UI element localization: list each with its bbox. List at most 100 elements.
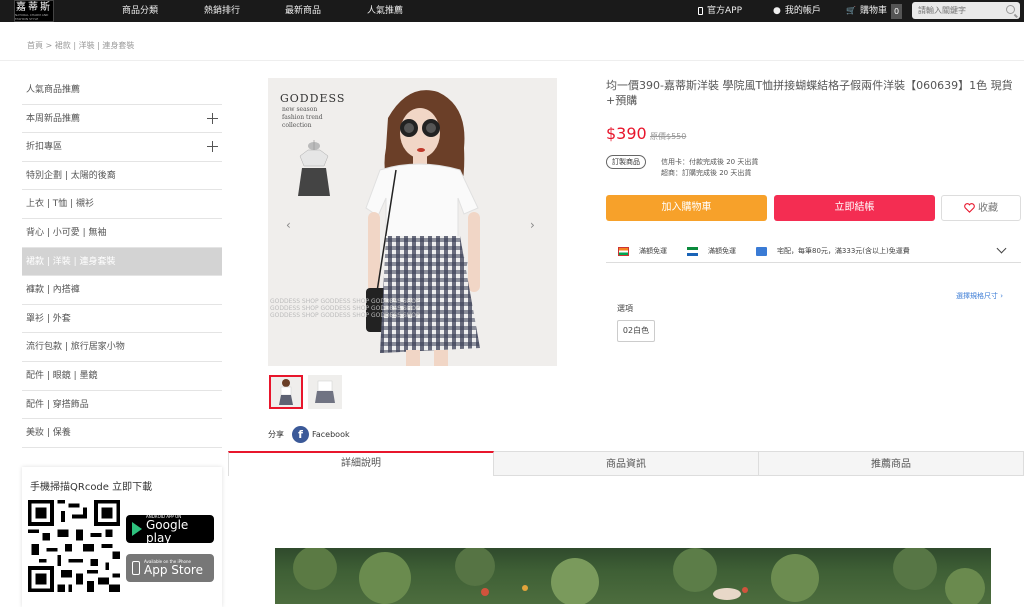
size-guide-link[interactable]: 選擇規格尺寸 › — [956, 291, 1003, 301]
search-input[interactable] — [912, 6, 1002, 15]
sidebar-item-tops[interactable]: 上衣 | T恤 | 襯衫 — [22, 190, 222, 219]
shipping-option-711: 滿額免運 — [618, 246, 677, 256]
my-account-label: 我的帳戶 — [784, 6, 821, 16]
sidebar-item-label: 本周新品推薦 — [26, 113, 81, 124]
sidebar-item-discount[interactable]: 折扣專區 — [22, 133, 222, 162]
sidebar-item-label: 上衣 | T恤 | 襯衫 — [26, 199, 95, 210]
cart-count-badge: 0 — [890, 3, 902, 19]
sidebar-item-pants[interactable]: 褲款 | 內搭褲 — [22, 276, 222, 305]
sidebar-item-dresses[interactable]: 裙款 | 洋裝 | 連身套裝 — [22, 247, 222, 277]
breadcrumb[interactable]: 首頁 > 裙款 | 洋裝 | 連身套裝 — [27, 40, 134, 51]
breadcrumb-bar: 首頁 > 裙款 | 洋裝 | 連身套裝 — [0, 33, 1024, 61]
tab-product-info[interactable]: 商品資訊 — [494, 451, 759, 476]
ship-store-note: 超商：訂購完成後 20 天出貨 — [661, 169, 752, 177]
sidebar-item-special[interactable]: 特別企劃 | 太陽的後裔 — [22, 162, 222, 191]
sidebar-item-popular[interactable]: 人氣商品推薦 — [22, 76, 222, 105]
official-app-label: 官方APP — [707, 6, 743, 16]
shipping-options-row[interactable]: 滿額免運 滿額免運 宅配，每筆80元，滿333元(含以上)免運費 — [606, 240, 1021, 263]
sidebar-item-label: 背心 | 小可愛 | 無袖 — [26, 227, 107, 238]
phone-icon — [698, 7, 703, 15]
buy-now-button[interactable]: 立即結帳 — [774, 195, 935, 221]
product-main-image[interactable]: GODDESS new season fashion trend collect… — [268, 78, 557, 366]
shipping-notes: 信用卡：付款完成後 20 天出貨 超商：訂購完成後 20 天出貨 — [661, 157, 758, 179]
thumbnail-1[interactable] — [269, 375, 303, 409]
search-box — [912, 2, 1020, 19]
favorite-label: 收藏 — [978, 203, 998, 214]
option-white-button[interactable]: 02白色 — [617, 320, 655, 342]
user-icon: ● — [773, 6, 781, 16]
search-icon[interactable] — [1006, 5, 1015, 14]
truck-icon — [756, 246, 767, 256]
thumbnail-image — [279, 379, 293, 405]
watermark-line: GODDESS SHOP GODDESS SHOP GODDESS SHOP — [270, 305, 420, 312]
nav-new-products[interactable]: 最新商品 — [285, 0, 321, 22]
chevron-down-icon[interactable] — [996, 243, 1007, 254]
seven-eleven-icon — [618, 246, 629, 256]
sidebar-item-label: 配件 | 穿搭飾品 — [26, 399, 89, 410]
nav-categories[interactable]: 商品分類 — [122, 0, 158, 22]
description-photo — [293, 548, 985, 604]
sidebar-item-label: 美妝 | 保養 — [26, 428, 71, 439]
cart-icon: 🛒 — [846, 6, 856, 15]
facebook-label[interactable]: Facebook — [312, 430, 350, 439]
category-sidebar: 人氣商品推薦 本周新品推薦 折扣專區 特別企劃 | 太陽的後裔 上衣 | T恤 … — [22, 76, 222, 448]
sidebar-item-label: 裙款 | 洋裝 | 連身套裝 — [26, 256, 116, 267]
image-watermark: GODDESS SHOP GODDESS SHOP GODDESS SHOP G… — [270, 298, 555, 319]
next-arrow-icon[interactable]: › — [530, 218, 535, 232]
thumbnail-image — [315, 380, 335, 403]
add-to-cart-button[interactable]: 加入購物車 — [606, 195, 767, 221]
tab-description[interactable]: 詳細說明 — [228, 451, 494, 476]
sidebar-item-vests[interactable]: 背心 | 小可愛 | 無袖 — [22, 219, 222, 248]
cart-label: 購物車 — [859, 6, 887, 16]
shipping-option-home: 宅配，每筆80元，滿333元(含以上)免運費 — [756, 246, 920, 256]
sidebar-item-new-weekly[interactable]: 本周新品推薦 — [22, 105, 222, 134]
share-label: 分享 — [268, 430, 284, 439]
app-store-button[interactable]: Available on the iPhone App Store — [126, 554, 214, 582]
sidebar-item-beauty[interactable]: 美妝 | 保養 — [22, 419, 222, 448]
shipping-option-label: 滿額免運 — [708, 247, 736, 255]
official-app-link[interactable]: 官方APP — [698, 0, 742, 22]
cart-link[interactable]: 🛒 購物車 0 — [846, 0, 902, 22]
qr-code — [28, 500, 120, 592]
sidebar-item-outerwear[interactable]: 罩衫 | 外套 — [22, 305, 222, 334]
google-play-button[interactable]: ANDROID APP ON Google play — [126, 514, 214, 545]
description-banner-image — [275, 548, 991, 604]
watermark-line: GODDESS SHOP GODDESS SHOP GODDESS SHOP — [270, 312, 420, 319]
tab-recommended[interactable]: 推薦商品 — [759, 451, 1024, 476]
google-play-big: Google play — [146, 517, 189, 545]
top-bar: 嘉蒂斯 NATURAL CHARM AND FASHION STYLE 商品分類… — [0, 0, 1024, 22]
original-price: 原價$550 — [650, 132, 687, 141]
plus-icon[interactable] — [207, 112, 218, 124]
sidebar-item-label: 配件 | 眼鏡 | 墨鏡 — [26, 370, 98, 381]
favorite-button[interactable]: 收藏 — [941, 195, 1021, 221]
nav-popular[interactable]: 人氣推薦 — [367, 0, 403, 22]
custom-order-badge: 訂製商品 — [606, 155, 646, 169]
logo-subtext: NATURAL CHARM AND FASHION STYLE — [15, 12, 49, 21]
sidebar-item-accessories[interactable]: 配件 | 穿搭飾品 — [22, 391, 222, 420]
sidebar-item-glasses[interactable]: 配件 | 眼鏡 | 墨鏡 — [22, 362, 222, 391]
shipping-option-label: 滿額免運 — [639, 247, 667, 255]
sidebar-item-bags[interactable]: 流行包款 | 旅行居家小物 — [22, 333, 222, 362]
sidebar-item-label: 人氣商品推薦 — [26, 85, 81, 95]
sidebar-item-label: 褲款 | 內搭褲 — [26, 285, 80, 296]
sidebar-item-label: 罩衫 | 外套 — [26, 313, 71, 324]
watermark-line: GODDESS SHOP GODDESS SHOP GODDESS SHOP — [270, 298, 420, 305]
nav-bestsellers[interactable]: 熱銷排行 — [204, 0, 240, 22]
plus-icon[interactable] — [207, 141, 218, 153]
logo[interactable]: 嘉蒂斯 NATURAL CHARM AND FASHION STYLE — [14, 0, 54, 22]
detail-tabs: 詳細說明 商品資訊 推薦商品 — [228, 451, 1024, 476]
facebook-icon[interactable]: f — [292, 426, 309, 443]
prev-arrow-icon[interactable]: ‹ — [286, 218, 291, 232]
logo-text: 嘉蒂斯 — [16, 1, 52, 13]
sidebar-item-label: 流行包款 | 旅行居家小物 — [26, 342, 125, 353]
ship-card-note: 信用卡：付款完成後 20 天出貨 — [661, 158, 759, 166]
family-mart-icon — [687, 246, 698, 256]
size-guide-label: 選擇規格尺寸 — [956, 292, 998, 300]
qr-title: 手機掃描QRcode 立即下載 — [30, 482, 153, 493]
product-price: $390 — [606, 124, 647, 143]
thumbnail-2[interactable] — [308, 375, 342, 409]
apple-icon — [132, 561, 140, 575]
play-icon — [132, 522, 142, 536]
shipping-option-familymart: 滿額免運 — [687, 246, 746, 256]
my-account-link[interactable]: ● 我的帳戶 — [773, 0, 821, 22]
